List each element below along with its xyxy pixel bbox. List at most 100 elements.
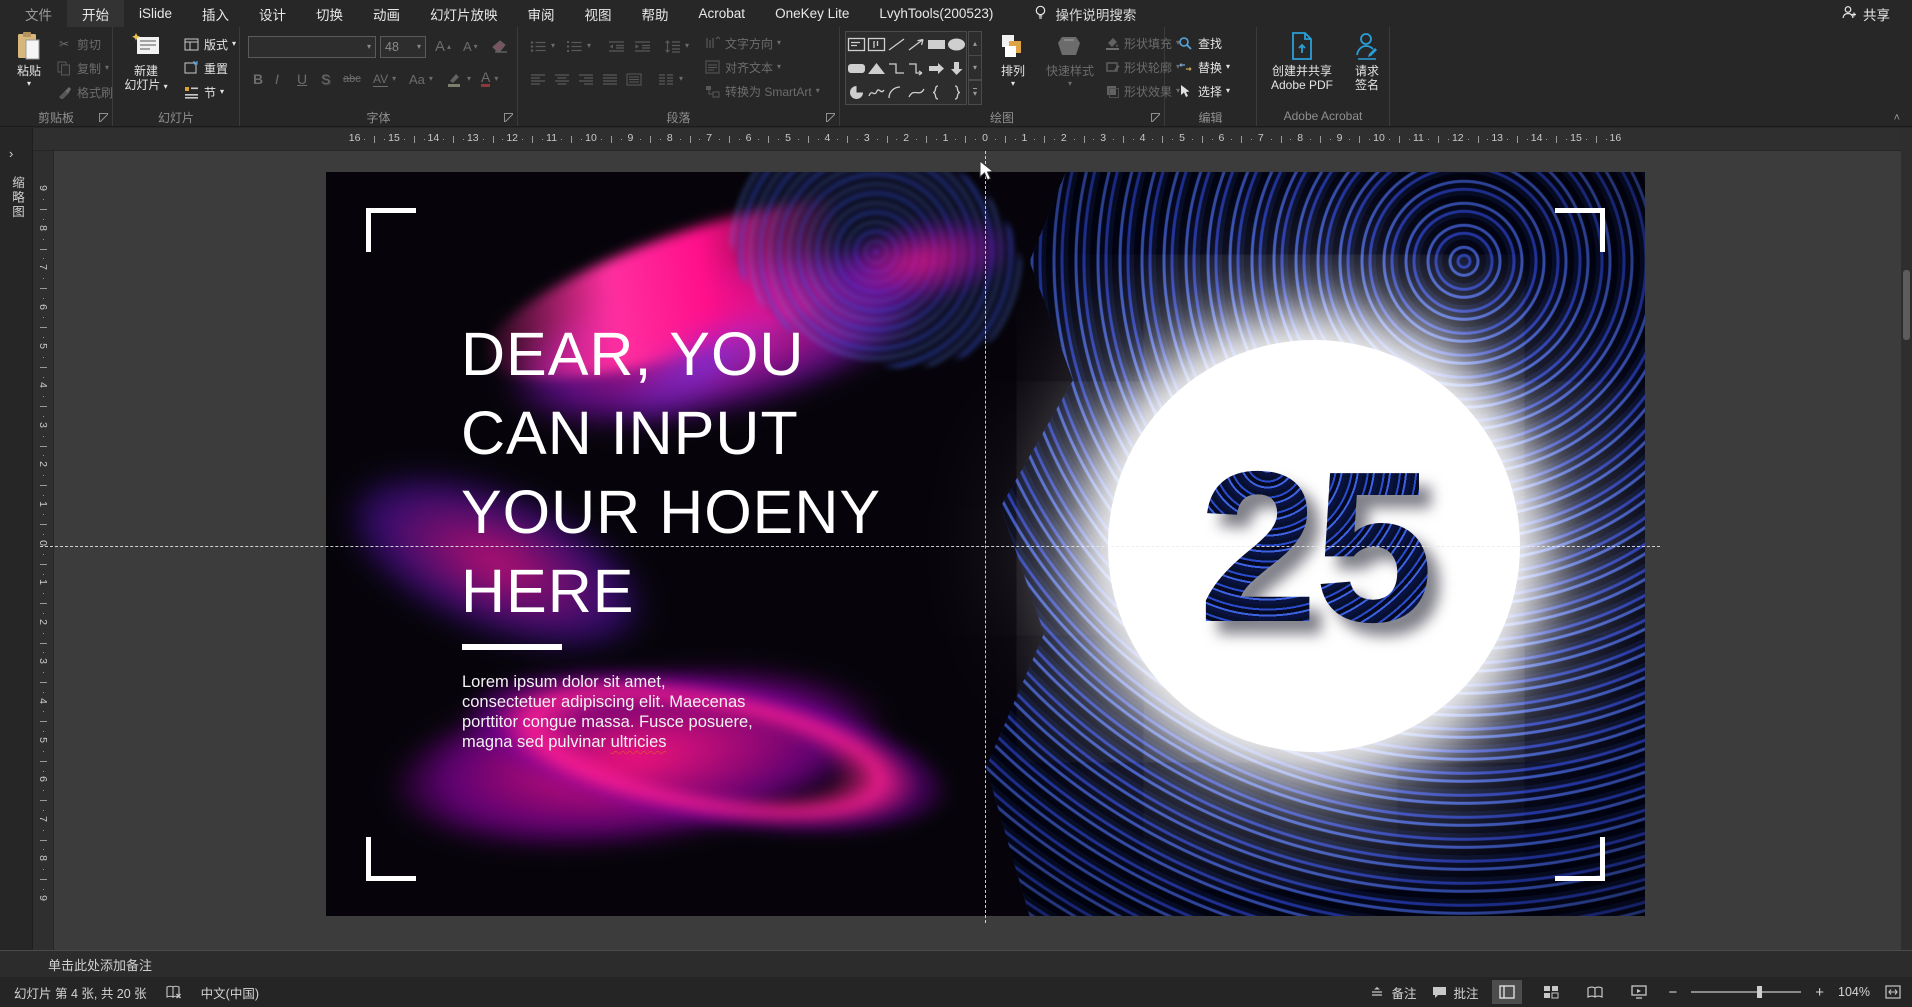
cut-button[interactable]: ✂ 剪切: [52, 34, 104, 54]
italic-button[interactable]: I: [272, 69, 282, 89]
font-size-combo[interactable]: 48 ▾: [380, 36, 426, 58]
zoom-in-button[interactable]: +: [1815, 984, 1824, 1001]
normal-view-button[interactable]: [1492, 980, 1523, 1004]
fit-to-window-icon[interactable]: [1884, 984, 1902, 1000]
menu-tab[interactable]: 动画: [358, 0, 415, 27]
menu-tab[interactable]: iSlide: [124, 0, 187, 27]
notes-toggle-button[interactable]: 备注: [1368, 983, 1416, 1002]
new-slide-button[interactable]: 新建 幻灯片 ▾: [121, 30, 171, 108]
shape-oval-icon[interactable]: [947, 37, 966, 52]
layout-button[interactable]: 版式 ▾: [179, 34, 239, 54]
menu-tab[interactable]: 设计: [244, 0, 301, 27]
shape-rounded-rectangle-icon[interactable]: [847, 61, 866, 76]
collapse-ribbon-button[interactable]: ˄: [1894, 112, 1900, 124]
shapes-scroll-down-icon[interactable]: ▾: [969, 56, 981, 80]
replace-button[interactable]: 替换 ▾: [1173, 57, 1253, 77]
request-signature-button[interactable]: 请求 签名: [1347, 30, 1387, 108]
bullets-button[interactable]: ▾: [526, 36, 558, 56]
line-spacing-button[interactable]: ▾: [660, 36, 692, 56]
text-shadow-button[interactable]: S: [318, 69, 333, 89]
menu-tab[interactable]: 切换: [301, 0, 358, 27]
distribute-text-button[interactable]: [622, 69, 646, 89]
misspelled-word[interactable]: ultricies: [611, 733, 667, 751]
shape-fill-button[interactable]: 形状填充 ▾: [1102, 33, 1180, 53]
menu-tab[interactable]: 文件: [10, 0, 67, 27]
justify-button[interactable]: [598, 69, 622, 89]
arrange-button[interactable]: 排列 ▾: [988, 30, 1038, 108]
shape-left-brace-icon[interactable]: [927, 84, 946, 100]
scrollbar-thumb[interactable]: [1903, 270, 1910, 340]
notes-pane[interactable]: 单击此处添加备注: [0, 950, 1912, 977]
vertical-guide[interactable]: [985, 151, 986, 923]
shape-elbow-arrow-connector-icon[interactable]: [907, 61, 926, 76]
clipboard-dialog-launcher-icon[interactable]: [99, 113, 108, 122]
shape-elbow-connector-icon[interactable]: [887, 61, 906, 76]
increase-indent-button[interactable]: [630, 36, 654, 56]
section-button[interactable]: 节 ▾: [179, 82, 227, 102]
slide-heading[interactable]: DEAR, YOU CAN INPUT YOUR HOENY HERE: [461, 315, 881, 631]
menu-tab[interactable]: OneKey Lite: [760, 0, 864, 27]
zoom-level[interactable]: 104%: [1838, 985, 1870, 999]
shape-triangle-icon[interactable]: [867, 61, 886, 76]
paragraph-dialog-launcher-icon[interactable]: [826, 113, 835, 122]
menu-tab[interactable]: 幻灯片放映: [415, 0, 513, 27]
shape-line-icon[interactable]: [887, 37, 906, 52]
change-case-button[interactable]: Aa ▾: [406, 69, 436, 89]
vertical-scrollbar[interactable]: [1901, 128, 1912, 950]
shape-curve-icon[interactable]: [907, 85, 926, 100]
highlight-color-button[interactable]: ▾: [442, 69, 474, 89]
tell-me-search[interactable]: 操作说明搜索: [1034, 4, 1136, 24]
format-painter-button[interactable]: 格式刷: [52, 82, 116, 102]
convert-smartart-button[interactable]: 转换为 SmartArt ▾: [700, 81, 836, 101]
shrink-font-button[interactable]: A ▾: [460, 36, 481, 56]
find-button[interactable]: 查找: [1173, 33, 1253, 53]
shape-outline-button[interactable]: 形状轮廓 ▾: [1102, 57, 1180, 77]
numbering-button[interactable]: ▾: [562, 36, 594, 56]
zoom-out-button[interactable]: −: [1668, 984, 1677, 1001]
slide-sorter-view-button[interactable]: [1536, 980, 1566, 1004]
align-left-button[interactable]: [526, 69, 550, 89]
horizontal-guide[interactable]: [40, 546, 1660, 547]
align-center-button[interactable]: [550, 69, 574, 89]
shape-effects-button[interactable]: 形状效果 ▾: [1102, 81, 1180, 101]
expand-thumbnails-icon[interactable]: ›: [9, 146, 13, 161]
shapes-scroll-up-icon[interactable]: ▴: [969, 32, 981, 56]
font-color-button[interactable]: A ▾: [478, 69, 501, 89]
shape-text-box-icon[interactable]: [847, 37, 866, 52]
menu-tab[interactable]: Acrobat: [684, 0, 761, 27]
slideshow-view-button[interactable]: [1624, 980, 1654, 1004]
shape-rectangle-icon[interactable]: [927, 37, 946, 52]
shape-down-arrow-icon[interactable]: [947, 61, 966, 76]
horizontal-ruler[interactable]: 16 15 14 13 12 11 10 9 8 7 6 5 4 3 2 1 0 1 2 3 4 5 6 7 8 9 10 11 12 1…: [33, 128, 1912, 151]
font-dialog-launcher-icon[interactable]: [504, 113, 513, 122]
drawing-dialog-launcher-icon[interactable]: [1151, 113, 1160, 122]
reset-button[interactable]: 重置: [179, 58, 231, 78]
menu-tab[interactable]: 插入: [187, 0, 244, 27]
underline-button[interactable]: U: [294, 69, 310, 89]
align-right-button[interactable]: [574, 69, 598, 89]
shape-right-brace-icon[interactable]: [947, 84, 966, 100]
strikethrough-button[interactable]: abc: [340, 69, 364, 89]
create-share-pdf-button[interactable]: 创建并共享 Adobe PDF: [1261, 30, 1343, 108]
shape-arrow-icon[interactable]: [907, 37, 926, 52]
shape-arc-icon[interactable]: [887, 85, 906, 100]
select-button[interactable]: 选择 ▾: [1173, 81, 1253, 101]
copy-button[interactable]: 复制 ▾: [52, 58, 112, 78]
font-name-combo[interactable]: ▾: [248, 36, 376, 58]
zoom-slider[interactable]: [1691, 986, 1802, 998]
shapes-more-icon[interactable]: ▾: [969, 80, 981, 104]
shape-right-arrow-icon[interactable]: [927, 61, 946, 76]
paste-button[interactable]: 粘贴 ▾: [4, 30, 54, 108]
language-indicator[interactable]: 中文(中国): [201, 983, 259, 1002]
reading-view-button[interactable]: [1580, 980, 1610, 1004]
align-text-button[interactable]: 对齐文本 ▾: [700, 57, 836, 77]
vertical-ruler[interactable]: 9 8 7 6 5 4 3 2 1 0 1 2 3 4 5 6 7 8 9: [33, 151, 54, 950]
shape-pie-icon[interactable]: [847, 85, 866, 100]
menu-tab[interactable]: 视图: [570, 0, 627, 27]
share-button[interactable]: 共享: [1841, 4, 1912, 24]
slide-body-text[interactable]: Lorem ipsum dolor sit amet, consectetuer …: [462, 672, 753, 752]
grow-font-button[interactable]: A ▴: [432, 36, 454, 56]
decrease-indent-button[interactable]: [604, 36, 628, 56]
comments-toggle-button[interactable]: 批注: [1430, 983, 1478, 1002]
quick-styles-button[interactable]: 快速样式 ▾: [1042, 30, 1098, 108]
